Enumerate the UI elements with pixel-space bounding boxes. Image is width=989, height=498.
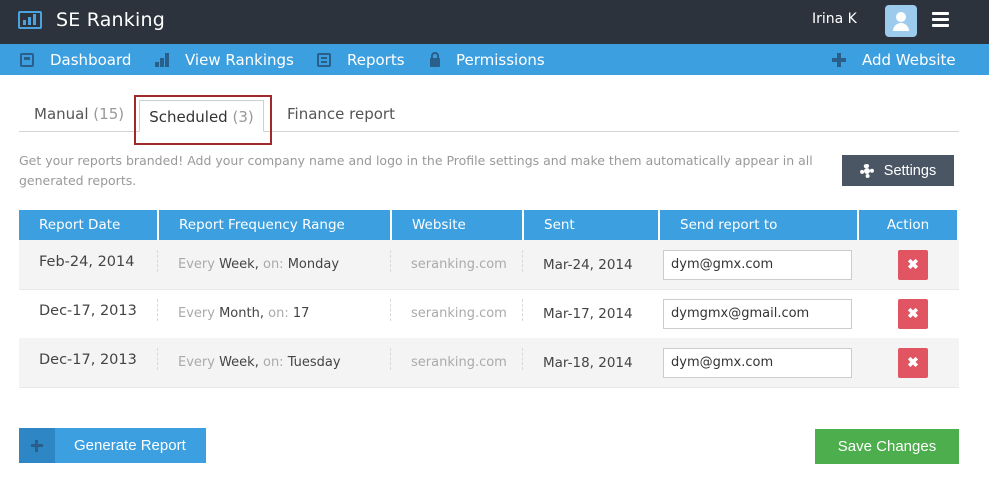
- column-header-send-to[interactable]: Send report to: [660, 210, 857, 240]
- tab-manual[interactable]: Manual (15): [34, 105, 124, 132]
- main-nav: Dashboard View Rankings Reports Permissi…: [0, 44, 989, 75]
- send-to-email-input[interactable]: [663, 347, 852, 378]
- column-header-report-date[interactable]: Report Date: [19, 210, 157, 240]
- report-date: Feb-24, 2014: [39, 253, 135, 270]
- save-changes-button[interactable]: Save Changes: [815, 429, 959, 464]
- nav-item-label: View Rankings: [185, 50, 294, 69]
- delete-button[interactable]: ✖: [898, 249, 928, 280]
- column-header-action: Action: [859, 210, 957, 240]
- lock-icon: [430, 51, 440, 67]
- sent-date: Mar-17, 2014: [543, 305, 633, 322]
- plus-icon: [832, 52, 846, 67]
- tab-count: (3): [232, 108, 254, 126]
- bar-chart-icon: [155, 52, 169, 67]
- settings-button[interactable]: Settings: [842, 155, 954, 186]
- generate-report-button[interactable]: Generate Report: [19, 428, 206, 463]
- table-row: Dec-17, 2013 Every Week, on: Tuesday ser…: [19, 338, 959, 387]
- menu-icon[interactable]: [932, 12, 949, 28]
- website: seranking.com: [411, 257, 507, 272]
- avatar[interactable]: [885, 5, 917, 37]
- nav-item-label: Reports: [347, 50, 405, 69]
- frequency-range: Every Month, on: 17: [178, 306, 310, 321]
- send-to-email-input[interactable]: [663, 249, 852, 280]
- app-name: SE Ranking: [56, 9, 165, 31]
- delete-button[interactable]: ✖: [898, 298, 928, 329]
- nav-item-permissions[interactable]: Permissions: [430, 44, 545, 75]
- user-icon: [896, 12, 906, 22]
- nav-item-dashboard[interactable]: Dashboard: [20, 44, 131, 75]
- bar-chart-icon: [18, 11, 42, 29]
- report-date: Dec-17, 2013: [39, 351, 137, 368]
- tab-scheduled[interactable]: Scheduled (3): [139, 100, 264, 132]
- column-header-sent[interactable]: Sent: [524, 210, 658, 240]
- top-bar: SE Ranking Irina K: [0, 0, 989, 44]
- nav-item-label: Add Website: [862, 50, 956, 69]
- column-header-frequency[interactable]: Report Frequency Range: [159, 210, 390, 240]
- gear-icon: [859, 163, 874, 178]
- app-logo[interactable]: SE Ranking: [18, 8, 165, 32]
- dashboard-icon: [20, 52, 34, 67]
- frequency-range: Every Week, on: Monday: [178, 257, 340, 272]
- user-name[interactable]: Irina K: [812, 11, 857, 27]
- website: seranking.com: [411, 306, 507, 321]
- column-header-website[interactable]: Website: [392, 210, 522, 240]
- sent-date: Mar-24, 2014: [543, 256, 633, 273]
- plus-icon: [19, 428, 55, 463]
- add-website-button[interactable]: Add Website: [832, 44, 956, 75]
- nav-item-reports[interactable]: Reports: [317, 44, 405, 75]
- nav-item-view-rankings[interactable]: View Rankings: [155, 44, 294, 75]
- tab-count: (15): [93, 105, 125, 123]
- frequency-range: Every Week, on: Tuesday: [178, 355, 341, 370]
- report-icon: [317, 52, 331, 67]
- table-row: Dec-17, 2013 Every Month, on: 17 seranki…: [19, 289, 959, 338]
- send-to-email-input[interactable]: [663, 298, 852, 329]
- sent-date: Mar-18, 2014: [543, 354, 633, 371]
- website: seranking.com: [411, 355, 507, 370]
- tab-finance-report[interactable]: Finance report: [287, 105, 395, 132]
- nav-item-label: Dashboard: [50, 50, 132, 69]
- delete-button[interactable]: ✖: [898, 347, 928, 378]
- nav-item-label: Permissions: [456, 50, 545, 69]
- table-row: Feb-24, 2014 Every Week, on: Monday sera…: [19, 240, 959, 289]
- report-date: Dec-17, 2013: [39, 302, 137, 319]
- branding-notice: Get your reports branded! Add your compa…: [19, 153, 813, 188]
